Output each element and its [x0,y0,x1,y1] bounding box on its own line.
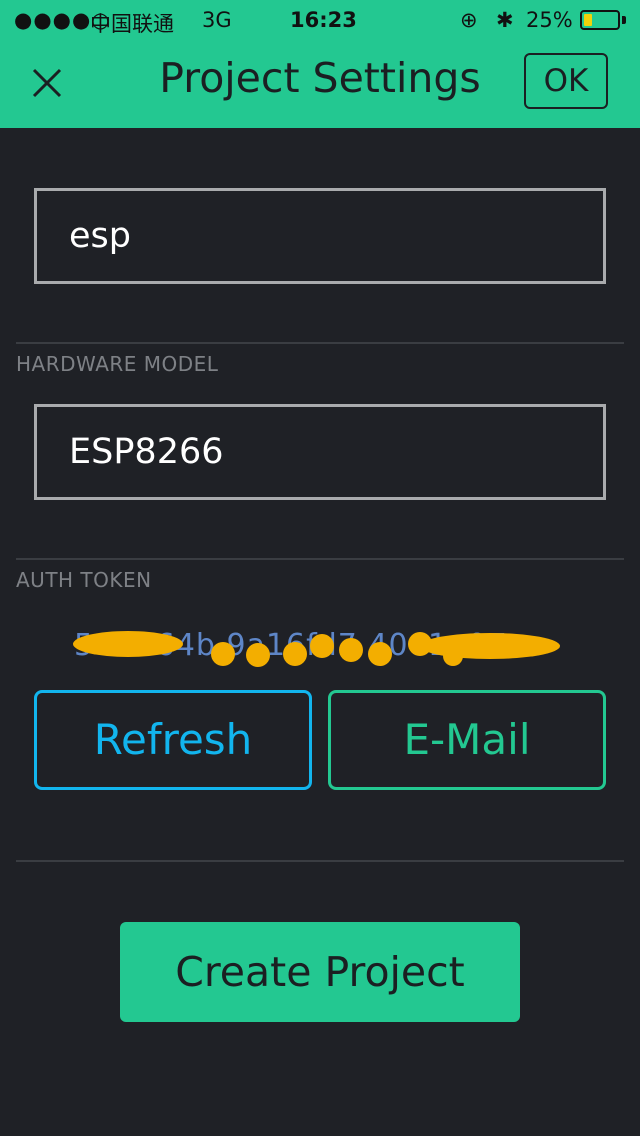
battery-fill [584,14,592,26]
battery-percent: 25% [526,8,573,32]
ok-button[interactable]: OK [524,53,608,109]
auth-token[interactable]: 5 f4e64b 9a16fd7 40e1e07 [70,626,570,672]
status-bar: ●●●●○ 中国联通 3G 16:23 ⊕ ✱ 25% [0,0,640,42]
network-type: 3G [202,8,232,32]
hardware-model-select[interactable]: ESP8266 [34,404,606,500]
carrier-name: 中国联通 [90,12,174,36]
close-icon [32,68,62,98]
page-title: Project Settings [159,54,481,102]
create-project-button[interactable]: Create Project [120,922,520,1022]
battery-icon [580,10,620,30]
email-token-button[interactable]: E-Mail [328,690,606,790]
divider [16,342,624,344]
divider [16,860,624,862]
divider [16,558,624,560]
hardware-model-label: HARDWARE MODEL [16,352,219,376]
rotation-lock-icon: ⊕ [460,8,478,32]
redaction-scribble [73,631,560,667]
auth-token-label: AUTH TOKEN [16,568,152,592]
close-button[interactable] [22,58,72,108]
refresh-token-button[interactable]: Refresh [34,690,312,790]
project-name-field[interactable]: esp [34,188,606,284]
clock: 16:23 [290,8,357,32]
battery-tip [622,16,626,24]
bluetooth-icon: ✱ [496,8,514,32]
